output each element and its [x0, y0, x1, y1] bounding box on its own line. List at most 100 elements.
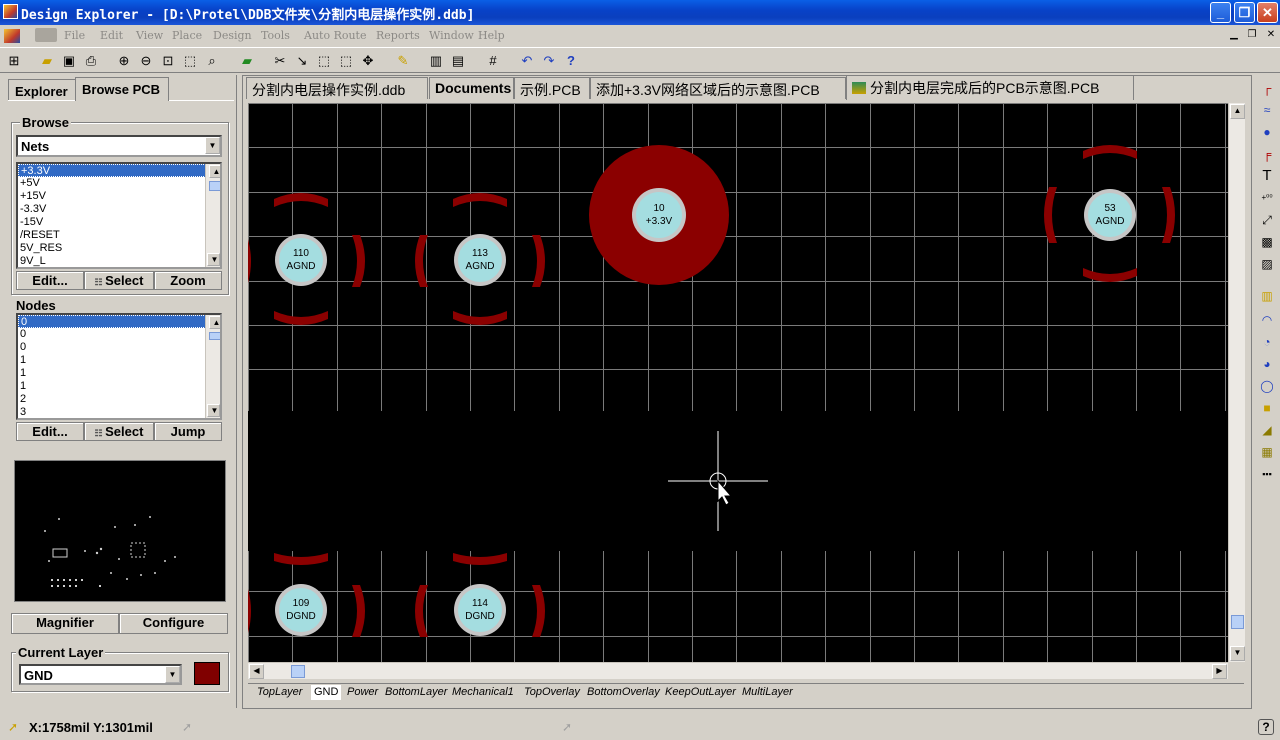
cut-icon[interactable]: ✂: [270, 51, 290, 71]
place-via-icon[interactable]: ╒: [1258, 145, 1276, 163]
minimize-button[interactable]: _: [1210, 2, 1231, 23]
list-item[interactable]: -15V: [18, 216, 220, 229]
nodes-jump-button[interactable]: Jump: [154, 422, 222, 441]
list-item[interactable]: +5V: [18, 177, 220, 190]
menu-auto-route[interactable]: Auto Route: [304, 29, 367, 42]
grid-icon[interactable]: #: [483, 51, 503, 71]
undo-icon[interactable]: ↶: [517, 51, 537, 71]
scroll-up-icon[interactable]: ▲: [209, 165, 220, 178]
place-fill-icon[interactable]: ▨: [1258, 255, 1276, 273]
place-component-icon[interactable]: ▥: [1258, 287, 1276, 305]
list-item[interactable]: 5V_RES: [18, 242, 220, 255]
layer-tab-gnd[interactable]: GND: [311, 685, 342, 700]
layer-tab-topoverlay[interactable]: TopOverlay: [524, 685, 580, 700]
scroll-thumb[interactable]: [1231, 615, 1244, 629]
scroll-thumb[interactable]: [209, 181, 220, 191]
close-button[interactable]: ✕: [1257, 2, 1278, 23]
nets-zoom-button[interactable]: Zoom: [154, 271, 222, 290]
room-icon[interactable]: ▦: [1258, 443, 1276, 461]
scroll-down-icon[interactable]: ▼: [207, 253, 220, 266]
full-circle-icon[interactable]: ◯: [1258, 377, 1276, 395]
array-icon[interactable]: ▪▪▪: [1258, 465, 1276, 483]
list-item[interactable]: 0: [18, 341, 220, 354]
browse-library-icon[interactable]: ▤: [448, 51, 468, 71]
scroll-up-icon[interactable]: ▲: [1230, 104, 1245, 119]
zoom-in-icon[interactable]: ⊕: [114, 51, 134, 71]
arc-center-icon[interactable]: ◠: [1258, 311, 1276, 329]
layer-tab-multilayer[interactable]: MultiLayer: [742, 685, 793, 700]
list-item[interactable]: 2: [18, 393, 220, 406]
configure-button[interactable]: Configure: [119, 613, 228, 634]
menu-reports[interactable]: Reports: [376, 29, 420, 42]
place-polygon-icon[interactable]: ▩: [1258, 233, 1276, 251]
list-item[interactable]: 1: [18, 354, 220, 367]
design-manager-icon[interactable]: ⊞: [4, 51, 24, 71]
nets-scrollbar[interactable]: ▲ ▼: [205, 164, 220, 267]
nodes-edit-button[interactable]: Edit...: [16, 422, 84, 441]
menu-tools[interactable]: Tools: [261, 29, 290, 42]
place-dimension-icon[interactable]: ⤢: [1258, 211, 1276, 229]
scroll-thumb[interactable]: [209, 332, 220, 340]
list-item[interactable]: 0: [18, 328, 220, 341]
menu-design[interactable]: Design: [213, 29, 252, 42]
pad-109[interactable]: 109 DGND: [275, 584, 327, 636]
layer-tab-keepoutlayer[interactable]: KeepOutLayer: [665, 685, 736, 700]
deselect-icon[interactable]: ⬚: [336, 51, 356, 71]
place-coordinate-icon[interactable]: +⁰⁰: [1258, 189, 1276, 207]
pcb-horizontal-scrollbar[interactable]: ◀ ▶: [248, 662, 1228, 679]
menu-file[interactable]: File: [64, 29, 85, 42]
menu-edit[interactable]: Edit: [100, 29, 123, 42]
status-help-icon[interactable]: ?: [1258, 719, 1274, 735]
pad-114[interactable]: 114 DGND: [454, 584, 506, 636]
nets-edit-button[interactable]: Edit...: [16, 271, 84, 290]
scroll-down-icon[interactable]: ▼: [1230, 646, 1245, 661]
fill-rect-icon[interactable]: ■: [1258, 399, 1276, 417]
pcb-vertical-scrollbar[interactable]: ▲ ▼: [1228, 103, 1245, 662]
list-item[interactable]: +3.3V: [18, 164, 220, 177]
scroll-left-icon[interactable]: ◀: [249, 664, 264, 679]
list-item[interactable]: -3.3V: [18, 203, 220, 216]
open-icon[interactable]: ▰: [37, 51, 57, 71]
tab-explorer[interactable]: Explorer: [8, 79, 76, 101]
place-track-icon[interactable]: ┌: [1258, 79, 1276, 97]
pad-53[interactable]: 53 AGND: [1084, 189, 1136, 241]
zoom-last-icon[interactable]: ⌕: [202, 51, 222, 71]
place-line-icon[interactable]: ≈: [1258, 101, 1276, 119]
scroll-thumb[interactable]: [291, 665, 305, 678]
doc-minimize-icon[interactable]: ▁: [1227, 28, 1241, 42]
list-item[interactable]: /RESET: [18, 229, 220, 242]
pad-113[interactable]: 113 AGND: [454, 234, 506, 286]
arc-any-angle-icon[interactable]: ◕: [1258, 355, 1276, 373]
doc-tab-example-pcb[interactable]: 示例.PCB: [514, 77, 590, 99]
list-item[interactable]: 9V_L: [18, 255, 220, 267]
doc-close-icon[interactable]: ✕: [1264, 28, 1278, 42]
current-layer-color-swatch[interactable]: [194, 662, 220, 685]
menu-place[interactable]: Place: [172, 29, 202, 42]
board-preview[interactable]: [14, 460, 226, 602]
place-string-icon[interactable]: T: [1258, 167, 1276, 185]
cross-probe-icon[interactable]: ▰: [237, 51, 257, 71]
scroll-right-icon[interactable]: ▶: [1212, 664, 1227, 679]
nodes-select-button[interactable]: ☷ Select: [84, 422, 154, 441]
chevron-down-icon[interactable]: ▼: [165, 666, 180, 683]
nodes-scrollbar[interactable]: ▲ ▼: [205, 315, 220, 418]
doc-tab-3v3-pcb[interactable]: 添加+3.3V网络区域后的示意图.PCB: [590, 77, 846, 99]
pencil-icon[interactable]: ✎: [393, 51, 413, 71]
place-pad-icon[interactable]: ●: [1258, 123, 1276, 141]
pcb-canvas[interactable]: 110 AGND 113 AGND 10 +3.3V 53 AGND 109 DGND 1…: [248, 103, 1228, 662]
magnifier-button[interactable]: Magnifier: [11, 613, 119, 634]
nets-select-button[interactable]: ☷ Select: [84, 271, 154, 290]
zoom-area-icon[interactable]: ⬚: [180, 51, 200, 71]
doc-restore-icon[interactable]: ❐: [1245, 28, 1259, 42]
list-item[interactable]: 3: [18, 406, 220, 418]
current-layer-select[interactable]: GND ▼: [19, 664, 182, 685]
doc-tab-ddb[interactable]: 分割内电层操作实例.ddb: [246, 77, 428, 99]
nets-list[interactable]: +3.3V +5V +15V -3.3V -15V /RESET 5V_RES …: [16, 162, 222, 269]
move-icon[interactable]: ✥: [358, 51, 378, 71]
restore-button[interactable]: ❐: [1234, 2, 1255, 23]
scroll-up-icon[interactable]: ▲: [209, 316, 220, 329]
system-menu-arrow-icon[interactable]: [35, 28, 57, 42]
pad-110[interactable]: 110 AGND: [275, 234, 327, 286]
tab-browse-pcb[interactable]: Browse PCB: [75, 77, 169, 101]
chevron-down-icon[interactable]: ▼: [205, 137, 220, 154]
